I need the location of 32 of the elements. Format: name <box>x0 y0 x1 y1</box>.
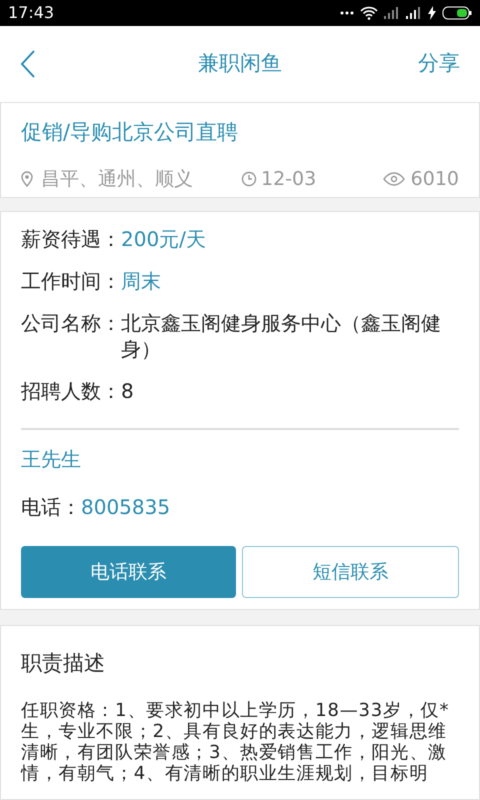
detail-value: 8 <box>121 378 134 404</box>
clock-icon <box>241 170 257 187</box>
back-icon[interactable] <box>20 50 36 78</box>
page-title: 兼职闲鱼 <box>198 50 282 78</box>
phone-number[interactable]: 8005835 <box>81 492 170 522</box>
more-icon <box>340 11 354 15</box>
job-location: 昌平、通州、顺义 <box>41 166 193 192</box>
signal-icon <box>406 7 422 19</box>
detail-value: 北京鑫玉阁健身服务中心（鑫玉阁健身） <box>121 310 442 362</box>
section-title: 职责描述 <box>21 650 106 677</box>
detail-label: 薪资待遇： <box>21 226 121 252</box>
charging-icon <box>428 6 436 20</box>
job-title: 促销/导购北京公司直聘 <box>21 119 240 146</box>
detail-label: 招聘人数： <box>21 378 121 404</box>
signal-icon <box>384 7 400 19</box>
battery-icon <box>442 6 472 20</box>
share-button[interactable]: 分享 <box>418 48 460 80</box>
sms-button[interactable]: 短信联系 <box>242 546 459 598</box>
clock: 17:43 <box>8 2 54 24</box>
post-date: 12-03 <box>261 166 316 192</box>
detail-value: 周末 <box>121 268 161 294</box>
call-button[interactable]: 电话联系 <box>21 546 236 598</box>
wifi-icon <box>360 6 378 20</box>
detail-value: 200元/天 <box>121 226 206 252</box>
detail-label: 工作时间： <box>21 268 121 294</box>
detail-label: 公司名称： <box>21 310 121 337</box>
description-text: 任职资格：1、要求初中以上学历，18—33岁，仅*生，专业不限；2、具有良好的表达能力，逻辑思维清晰，有团队荣誉感；3、热爱销售工作，阳光、激情，有朝气；4、有清晰的职业生涯规划，目标明 <box>21 700 450 784</box>
location-pin-icon <box>21 170 33 187</box>
contact-name: 王先生 <box>21 446 82 473</box>
phone-label: 电话： <box>21 494 81 521</box>
view-count: 6010 <box>410 166 459 192</box>
eye-icon <box>382 172 405 186</box>
